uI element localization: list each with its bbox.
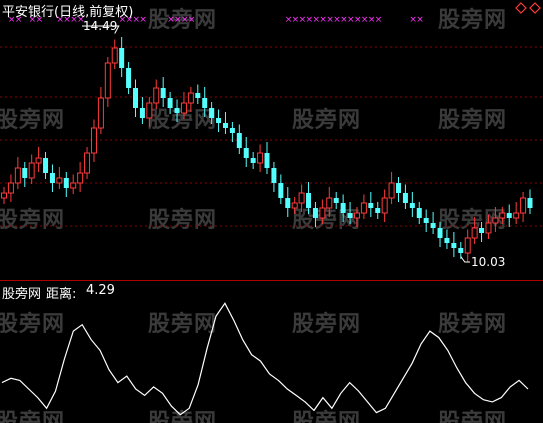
candle-body bbox=[360, 202, 367, 214]
candle-body bbox=[285, 198, 291, 208]
candle-body bbox=[479, 228, 485, 233]
candle-body bbox=[22, 168, 28, 178]
candle-body bbox=[375, 208, 381, 213]
candle-body bbox=[306, 193, 312, 208]
candle-body bbox=[513, 212, 520, 219]
distance-line bbox=[1, 302, 529, 416]
candle-body bbox=[7, 182, 14, 194]
candle-body bbox=[471, 227, 478, 239]
candle-body bbox=[90, 127, 97, 154]
signal-marker: × bbox=[139, 15, 147, 25]
candle-body bbox=[388, 182, 395, 199]
candle-body bbox=[416, 208, 422, 218]
signal-marker: × bbox=[188, 15, 196, 25]
candle-body bbox=[520, 197, 527, 214]
candle-body bbox=[28, 162, 35, 179]
candle-body bbox=[104, 62, 111, 99]
low-price-label: 10.03 bbox=[471, 255, 506, 269]
candle-body bbox=[485, 222, 492, 234]
candle-body bbox=[402, 193, 408, 203]
candle-body bbox=[257, 152, 264, 164]
candle-body bbox=[139, 108, 145, 118]
candle-body bbox=[202, 98, 208, 108]
candle-body bbox=[167, 98, 173, 108]
candle-body bbox=[1, 192, 7, 199]
candle-body bbox=[430, 223, 436, 228]
candle-body bbox=[119, 48, 125, 68]
candle-body bbox=[160, 88, 166, 98]
stock-chart-window: 股旁网 股旁网 股旁网 股旁网 股旁网 股旁网 股旁网 股旁网 股旁网 股旁网 … bbox=[0, 0, 543, 423]
candle-body bbox=[174, 108, 180, 113]
candle-body bbox=[195, 93, 201, 98]
chart-title: 平安银行(日线,前复权) bbox=[2, 5, 134, 20]
candle-body bbox=[229, 128, 235, 133]
panel-divider bbox=[0, 280, 543, 281]
candle-body bbox=[216, 118, 222, 123]
candle-body bbox=[319, 207, 326, 219]
candle-body bbox=[243, 148, 249, 158]
candle-body bbox=[353, 212, 360, 219]
high-price-label: 14.49 bbox=[83, 19, 118, 33]
signal-marker: × bbox=[416, 15, 424, 25]
candlesticks bbox=[1, 37, 533, 262]
price-annotations bbox=[82, 25, 470, 263]
candle-body bbox=[437, 228, 443, 238]
diamond-outline-icon[interactable] bbox=[515, 2, 541, 14]
candle-body bbox=[180, 102, 187, 114]
candle-body bbox=[347, 213, 353, 218]
candle-body bbox=[312, 208, 318, 218]
signal-marker: × bbox=[375, 15, 383, 25]
indicator-chart-area[interactable] bbox=[0, 283, 543, 423]
candle-body bbox=[423, 218, 429, 223]
candle-body bbox=[333, 198, 339, 203]
candle-body bbox=[77, 172, 84, 184]
candle-body bbox=[63, 178, 69, 188]
candle-body bbox=[35, 157, 42, 164]
candle-body bbox=[381, 197, 388, 214]
candle-body bbox=[326, 197, 333, 209]
candle-body bbox=[506, 213, 512, 218]
candle-body bbox=[146, 102, 153, 119]
candle-body bbox=[409, 203, 415, 208]
candle-body bbox=[298, 192, 305, 204]
candle-body bbox=[444, 238, 450, 243]
candle-body bbox=[49, 173, 55, 183]
low-price-leader bbox=[460, 256, 470, 263]
candle-body bbox=[499, 212, 506, 219]
candle-body bbox=[126, 68, 132, 88]
candle-body bbox=[153, 87, 160, 104]
candle-body bbox=[14, 167, 21, 184]
candle-body bbox=[43, 158, 49, 173]
price-chart-area[interactable]: × × × × × × × × × × × × × × × × × × × × × × × × × × × × × × × × bbox=[0, 0, 543, 280]
candle-body bbox=[291, 202, 298, 209]
candle-body bbox=[271, 168, 277, 183]
candle-body bbox=[458, 248, 464, 253]
candle-body bbox=[464, 237, 471, 254]
candle-body bbox=[492, 217, 499, 224]
candle-body bbox=[340, 203, 346, 213]
candle-body bbox=[250, 158, 256, 163]
candle-body bbox=[111, 47, 118, 64]
candle-body bbox=[451, 243, 457, 248]
candle-body bbox=[264, 153, 270, 168]
candle-body bbox=[56, 177, 63, 184]
candle-body bbox=[84, 152, 91, 174]
candle-body bbox=[209, 108, 215, 118]
candle-body bbox=[97, 97, 104, 129]
candle-body bbox=[133, 88, 138, 108]
candle-body bbox=[368, 203, 374, 208]
candle-body bbox=[70, 182, 77, 189]
candle-body bbox=[278, 183, 284, 198]
main-grid bbox=[0, 46, 543, 227]
candle-body bbox=[222, 123, 228, 128]
candle-body bbox=[187, 92, 194, 104]
candle-body bbox=[396, 183, 401, 193]
candle-body bbox=[236, 133, 242, 148]
candle-body bbox=[527, 198, 533, 208]
